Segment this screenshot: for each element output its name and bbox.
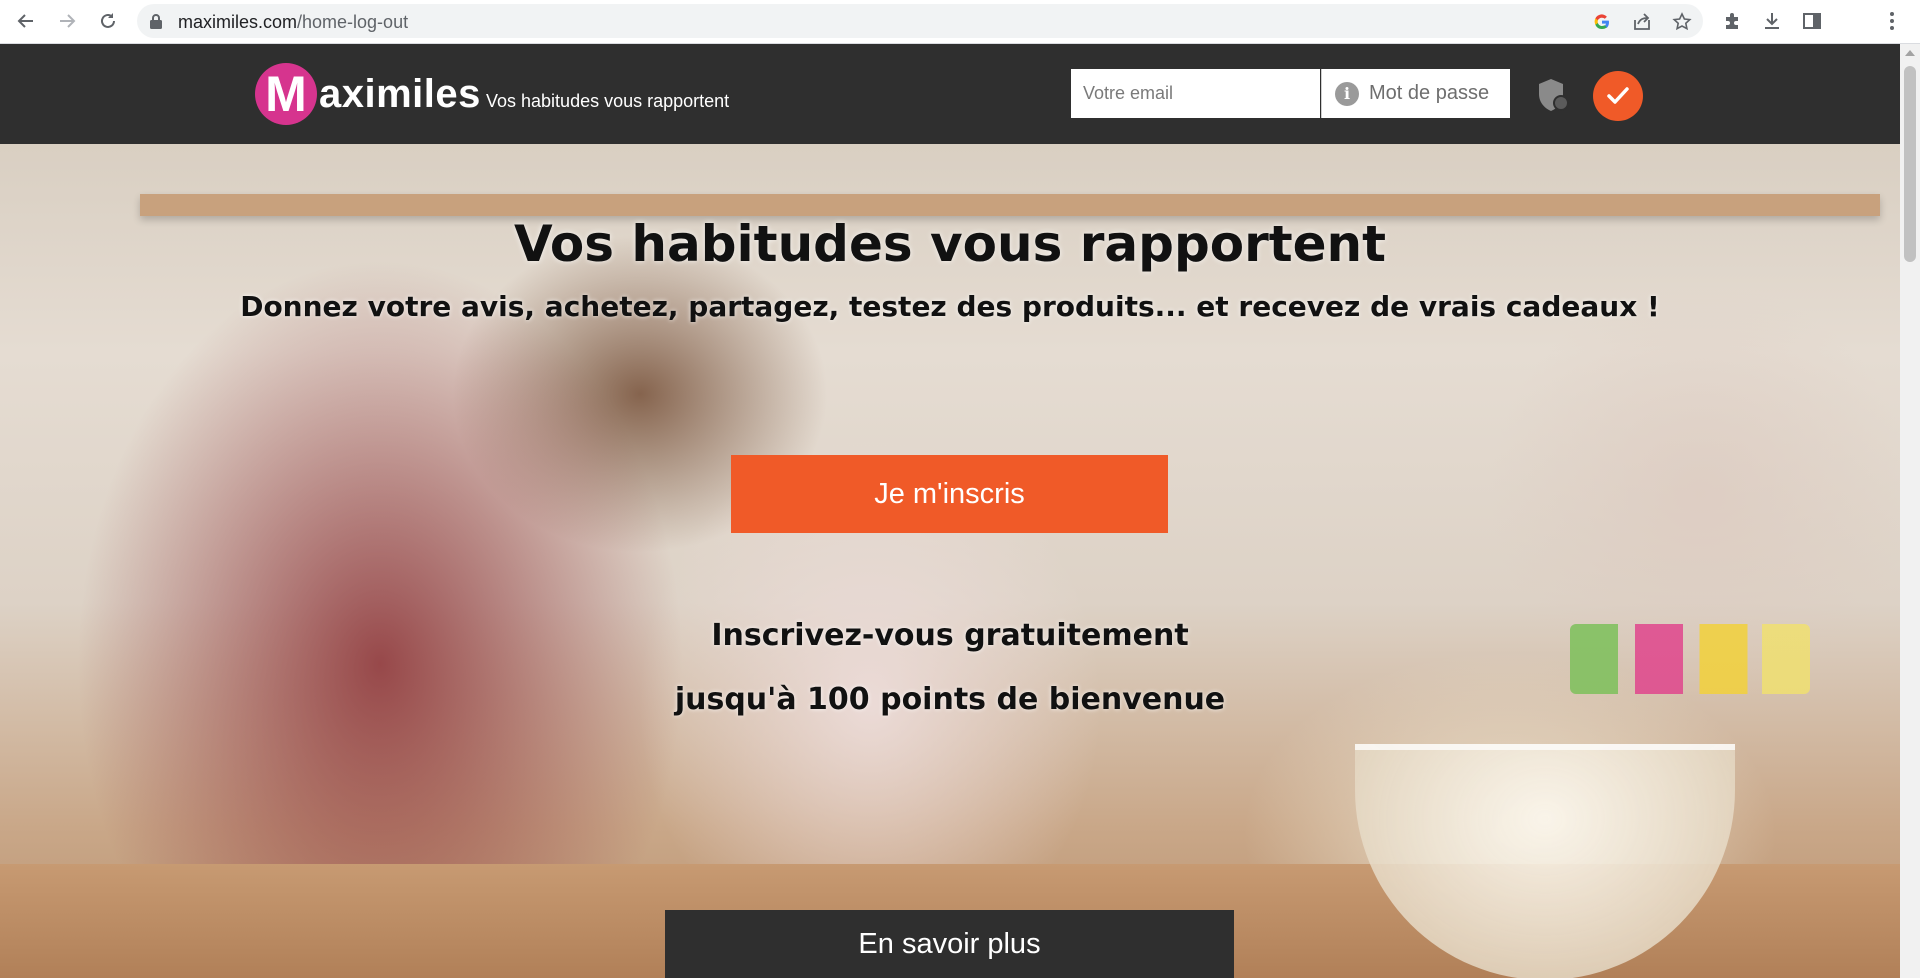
page-scrollbar[interactable]	[1900, 44, 1920, 978]
forward-button[interactable]	[54, 8, 80, 34]
signup-button[interactable]: Je m'inscris	[731, 455, 1168, 533]
hero-section: Vos habitudes vous rapportent Donnez vot…	[0, 144, 1900, 978]
sidepanel-button[interactable]	[1800, 9, 1824, 33]
sidepanel-icon	[1803, 13, 1821, 29]
google-icon[interactable]	[1592, 12, 1612, 32]
hero-background-shelf	[140, 194, 1880, 216]
menu-icon	[1890, 12, 1894, 30]
login-submit-button[interactable]	[1593, 71, 1643, 121]
back-button[interactable]	[13, 8, 39, 34]
hero-title: Vos habitudes vous rapportent	[513, 215, 1387, 273]
extensions-button[interactable]	[1720, 9, 1744, 33]
email-field[interactable]	[1071, 69, 1320, 118]
browser-toolbar: maximiles.com/home-log-out	[0, 0, 1920, 44]
logo-mark: M	[255, 63, 317, 125]
back-icon	[17, 14, 33, 28]
shield-icon[interactable]	[1536, 77, 1570, 113]
scroll-up-arrow[interactable]	[1905, 50, 1915, 56]
forward-icon	[60, 14, 76, 28]
browser-menu-button[interactable]	[1880, 9, 1904, 33]
welcome-points-text: jusqu'à 100 points de bienvenue	[674, 682, 1226, 717]
free-signup-text: Inscrivez-vous gratuitement	[711, 618, 1189, 653]
learn-more-button[interactable]: En savoir plus	[665, 910, 1234, 978]
header-tagline: Vos habitudes vous rapportent	[486, 91, 730, 111]
download-icon	[1765, 13, 1779, 29]
extensions-icon	[1726, 13, 1738, 29]
url-text: maximiles.com/home-log-out	[178, 12, 409, 32]
password-field[interactable]	[1367, 81, 1511, 106]
star-icon[interactable]	[1672, 12, 1692, 32]
downloads-button[interactable]	[1760, 9, 1784, 33]
maximiles-logo[interactable]: M aximiles	[255, 63, 481, 125]
password-field-wrapper[interactable]: i	[1321, 69, 1511, 118]
address-bar[interactable]: maximiles.com/home-log-out	[137, 4, 1703, 38]
site-header: M aximiles Vos habitudes vous rapportent…	[0, 44, 1900, 144]
lock-icon	[150, 14, 162, 29]
hero-subtitle: Donnez votre avis, achetez, partagez, te…	[240, 290, 1660, 323]
share-icon[interactable]	[1632, 12, 1652, 32]
scrollbar-thumb[interactable]	[1904, 66, 1916, 262]
logo-wordmark: aximiles	[319, 71, 481, 116]
check-icon	[1607, 87, 1629, 104]
reload-button[interactable]	[95, 8, 121, 34]
info-icon[interactable]: i	[1335, 81, 1359, 106]
reload-icon	[101, 13, 115, 28]
